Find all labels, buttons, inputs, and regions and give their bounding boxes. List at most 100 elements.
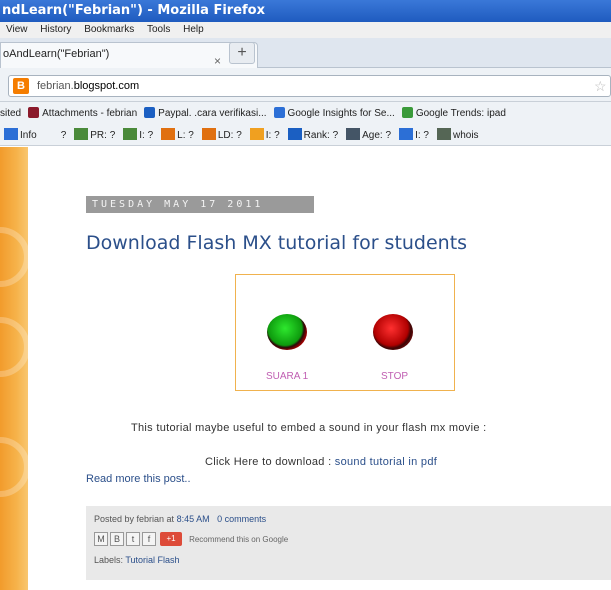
tab-label: oAndLearn("Febrian")	[3, 48, 110, 60]
decorative-circle	[0, 227, 30, 287]
bookmark-item[interactable]: Attachments - febrian	[28, 102, 137, 126]
labels-prefix: Labels:	[94, 555, 124, 565]
read-more-link[interactable]: Read more this post..	[86, 473, 191, 485]
seo-toolbar: Info? PR: ? I: ? L: ? LD: ? I: ? Rank: ? Age: ?…	[0, 126, 611, 146]
menu-history[interactable]: History	[40, 24, 71, 35]
seo-toolbar-item[interactable]: I: ?	[123, 126, 154, 145]
post-date: TUESDAY MAY 17 2011	[86, 196, 314, 213]
seo-metric-icon	[287, 128, 302, 140]
tab-bar: oAndLearn("Febrian") × +	[0, 38, 611, 68]
menu-tools[interactable]: Tools	[147, 24, 170, 35]
tab-blog[interactable]: oAndLearn("Febrian") ×	[0, 42, 258, 68]
play-sound-label: SUARA 1	[266, 371, 309, 382]
url-bar[interactable]: B febrian.blogspot.com ☆	[8, 75, 611, 97]
download-line: Click Here to download : sound tutorial …	[205, 456, 437, 468]
bookmark-label: Attachments - febrian	[42, 108, 138, 119]
download-link[interactable]: sound tutorial in pdf	[335, 456, 437, 468]
seo-metric-icon	[161, 128, 176, 140]
seo-metric-label: LD: ?	[217, 130, 242, 141]
email-share-icon[interactable]: M	[94, 532, 108, 546]
menu-view[interactable]: View	[6, 24, 28, 35]
seo-toolbar-item[interactable]: LD: ?	[201, 126, 242, 145]
page-content: TUESDAY MAY 17 2011 Download Flash MX tu…	[0, 147, 611, 590]
play-sound-button[interactable]	[267, 314, 307, 350]
seo-toolbar-item[interactable]: I: ?	[249, 126, 280, 145]
blogger-icon: B	[13, 78, 29, 94]
bookmark-item[interactable]: Google Insights for Se...	[273, 102, 395, 126]
post-body-text: This tutorial maybe useful to embed a so…	[131, 422, 487, 434]
trends-icon	[401, 107, 413, 118]
seo-metric-label: I: ?	[415, 130, 429, 141]
download-prefix: Click Here to download :	[205, 456, 332, 468]
seo-toolbar-item[interactable]: Rank: ?	[287, 126, 339, 145]
seo-metric-icon	[201, 128, 216, 140]
twitter-share-icon[interactable]: t	[126, 532, 140, 546]
window-title: ndLearn("Febrian") - Mozilla Firefox	[2, 3, 265, 18]
seo-toolbar-item[interactable]: PR: ?	[74, 126, 116, 145]
bookmark-label: sited	[0, 108, 22, 119]
bookmark-item[interactable]: Google Trends: ipad	[401, 102, 506, 126]
seo-metric-icon	[249, 128, 264, 140]
blog-side-decoration	[0, 147, 30, 590]
seo-metric-label: Info	[20, 130, 37, 141]
post-footer: Posted by febrian at 8:45 AM 0 comments …	[86, 506, 611, 580]
seo-metric-icon	[123, 128, 138, 140]
seo-toolbar-item[interactable]: L: ?	[161, 126, 194, 145]
bookmark-icon	[28, 107, 40, 118]
seo-metric-icon	[74, 128, 89, 140]
post-title[interactable]: Download Flash MX tutorial for students	[86, 232, 467, 254]
new-tab-button[interactable]: +	[229, 42, 255, 64]
seo-metric-label: whois	[452, 130, 479, 141]
posted-prefix: Posted by febrian at	[94, 514, 175, 524]
comments-link[interactable]: 0 comments	[217, 514, 266, 524]
seo-metric-icon	[4, 128, 18, 140]
share-row: M Bt f +1 Recommend this on Google	[94, 532, 288, 548]
bookmark-label: Google Insights for Se...	[287, 108, 395, 119]
label-link[interactable]: Tutorial Flash	[125, 555, 179, 565]
seo-toolbar-item[interactable]: ?	[44, 126, 67, 145]
recommend-text: Recommend this on Google	[189, 534, 289, 544]
seo-metric-label: I: ?	[139, 130, 154, 141]
seo-metric-icon	[436, 128, 451, 140]
stop-sound-label: STOP	[381, 371, 409, 382]
bookmarks-toolbar: sited Attachments - febrian Paypal. .cara …	[0, 102, 611, 126]
navigation-bar: B febrian.blogspot.com ☆	[0, 68, 611, 102]
seo-metric-label: ?	[60, 130, 67, 141]
seo-toolbar-item[interactable]: Info	[4, 126, 37, 145]
seo-toolbar-item[interactable]: I: ?	[399, 126, 429, 145]
post-time-link[interactable]: 8:45 AM	[177, 514, 210, 524]
google-plus-one-button[interactable]: +1	[160, 532, 182, 546]
menu-bookmarks[interactable]: Bookmarks	[84, 24, 134, 35]
seo-toolbar-item[interactable]: whois	[436, 126, 479, 145]
bookmark-label: Paypal. .cara verifikasi...	[158, 108, 267, 119]
seo-metric-label: I: ?	[265, 130, 280, 141]
flash-embed[interactable]: SUARA 1 STOP	[235, 274, 455, 391]
seo-metric-icon	[346, 128, 361, 140]
seo-metric-icon	[399, 128, 414, 140]
facebook-share-icon[interactable]: f	[142, 532, 156, 546]
seo-metric-label: L: ?	[177, 130, 194, 141]
menu-bar: View History Bookmarks Tools Help	[0, 22, 611, 38]
paypal-icon	[144, 107, 156, 118]
seo-metric-icon	[44, 128, 59, 140]
post-labels: Labels: Tutorial Flash	[94, 555, 180, 565]
bookmark-star-icon[interactable]: ☆	[594, 76, 607, 96]
seo-metric-label: Age: ?	[362, 130, 392, 141]
insights-icon	[273, 107, 285, 118]
url-text: febrian.blogspot.com	[37, 76, 139, 96]
url-prefix: febrian.	[37, 80, 74, 92]
seo-toolbar-item[interactable]: Age: ?	[346, 126, 392, 145]
blog-this-icon[interactable]: B	[110, 532, 124, 546]
stop-sound-button[interactable]	[373, 314, 413, 350]
decorative-circle	[0, 437, 30, 497]
bookmark-item[interactable]: Paypal. .cara verifikasi...	[144, 102, 267, 126]
seo-metric-label: Rank: ?	[303, 130, 339, 141]
posted-by: Posted by febrian at 8:45 AM 0 comments	[94, 514, 266, 524]
decorative-circle	[0, 317, 30, 377]
menu-help[interactable]: Help	[183, 24, 204, 35]
bookmark-item[interactable]: sited	[0, 102, 21, 126]
seo-metric-label: PR: ?	[90, 130, 116, 141]
url-domain: blogspot.com	[73, 80, 140, 92]
bookmark-label: Google Trends: ipad	[415, 108, 506, 119]
window-title-bar: ndLearn("Febrian") - Mozilla Firefox	[0, 0, 611, 22]
